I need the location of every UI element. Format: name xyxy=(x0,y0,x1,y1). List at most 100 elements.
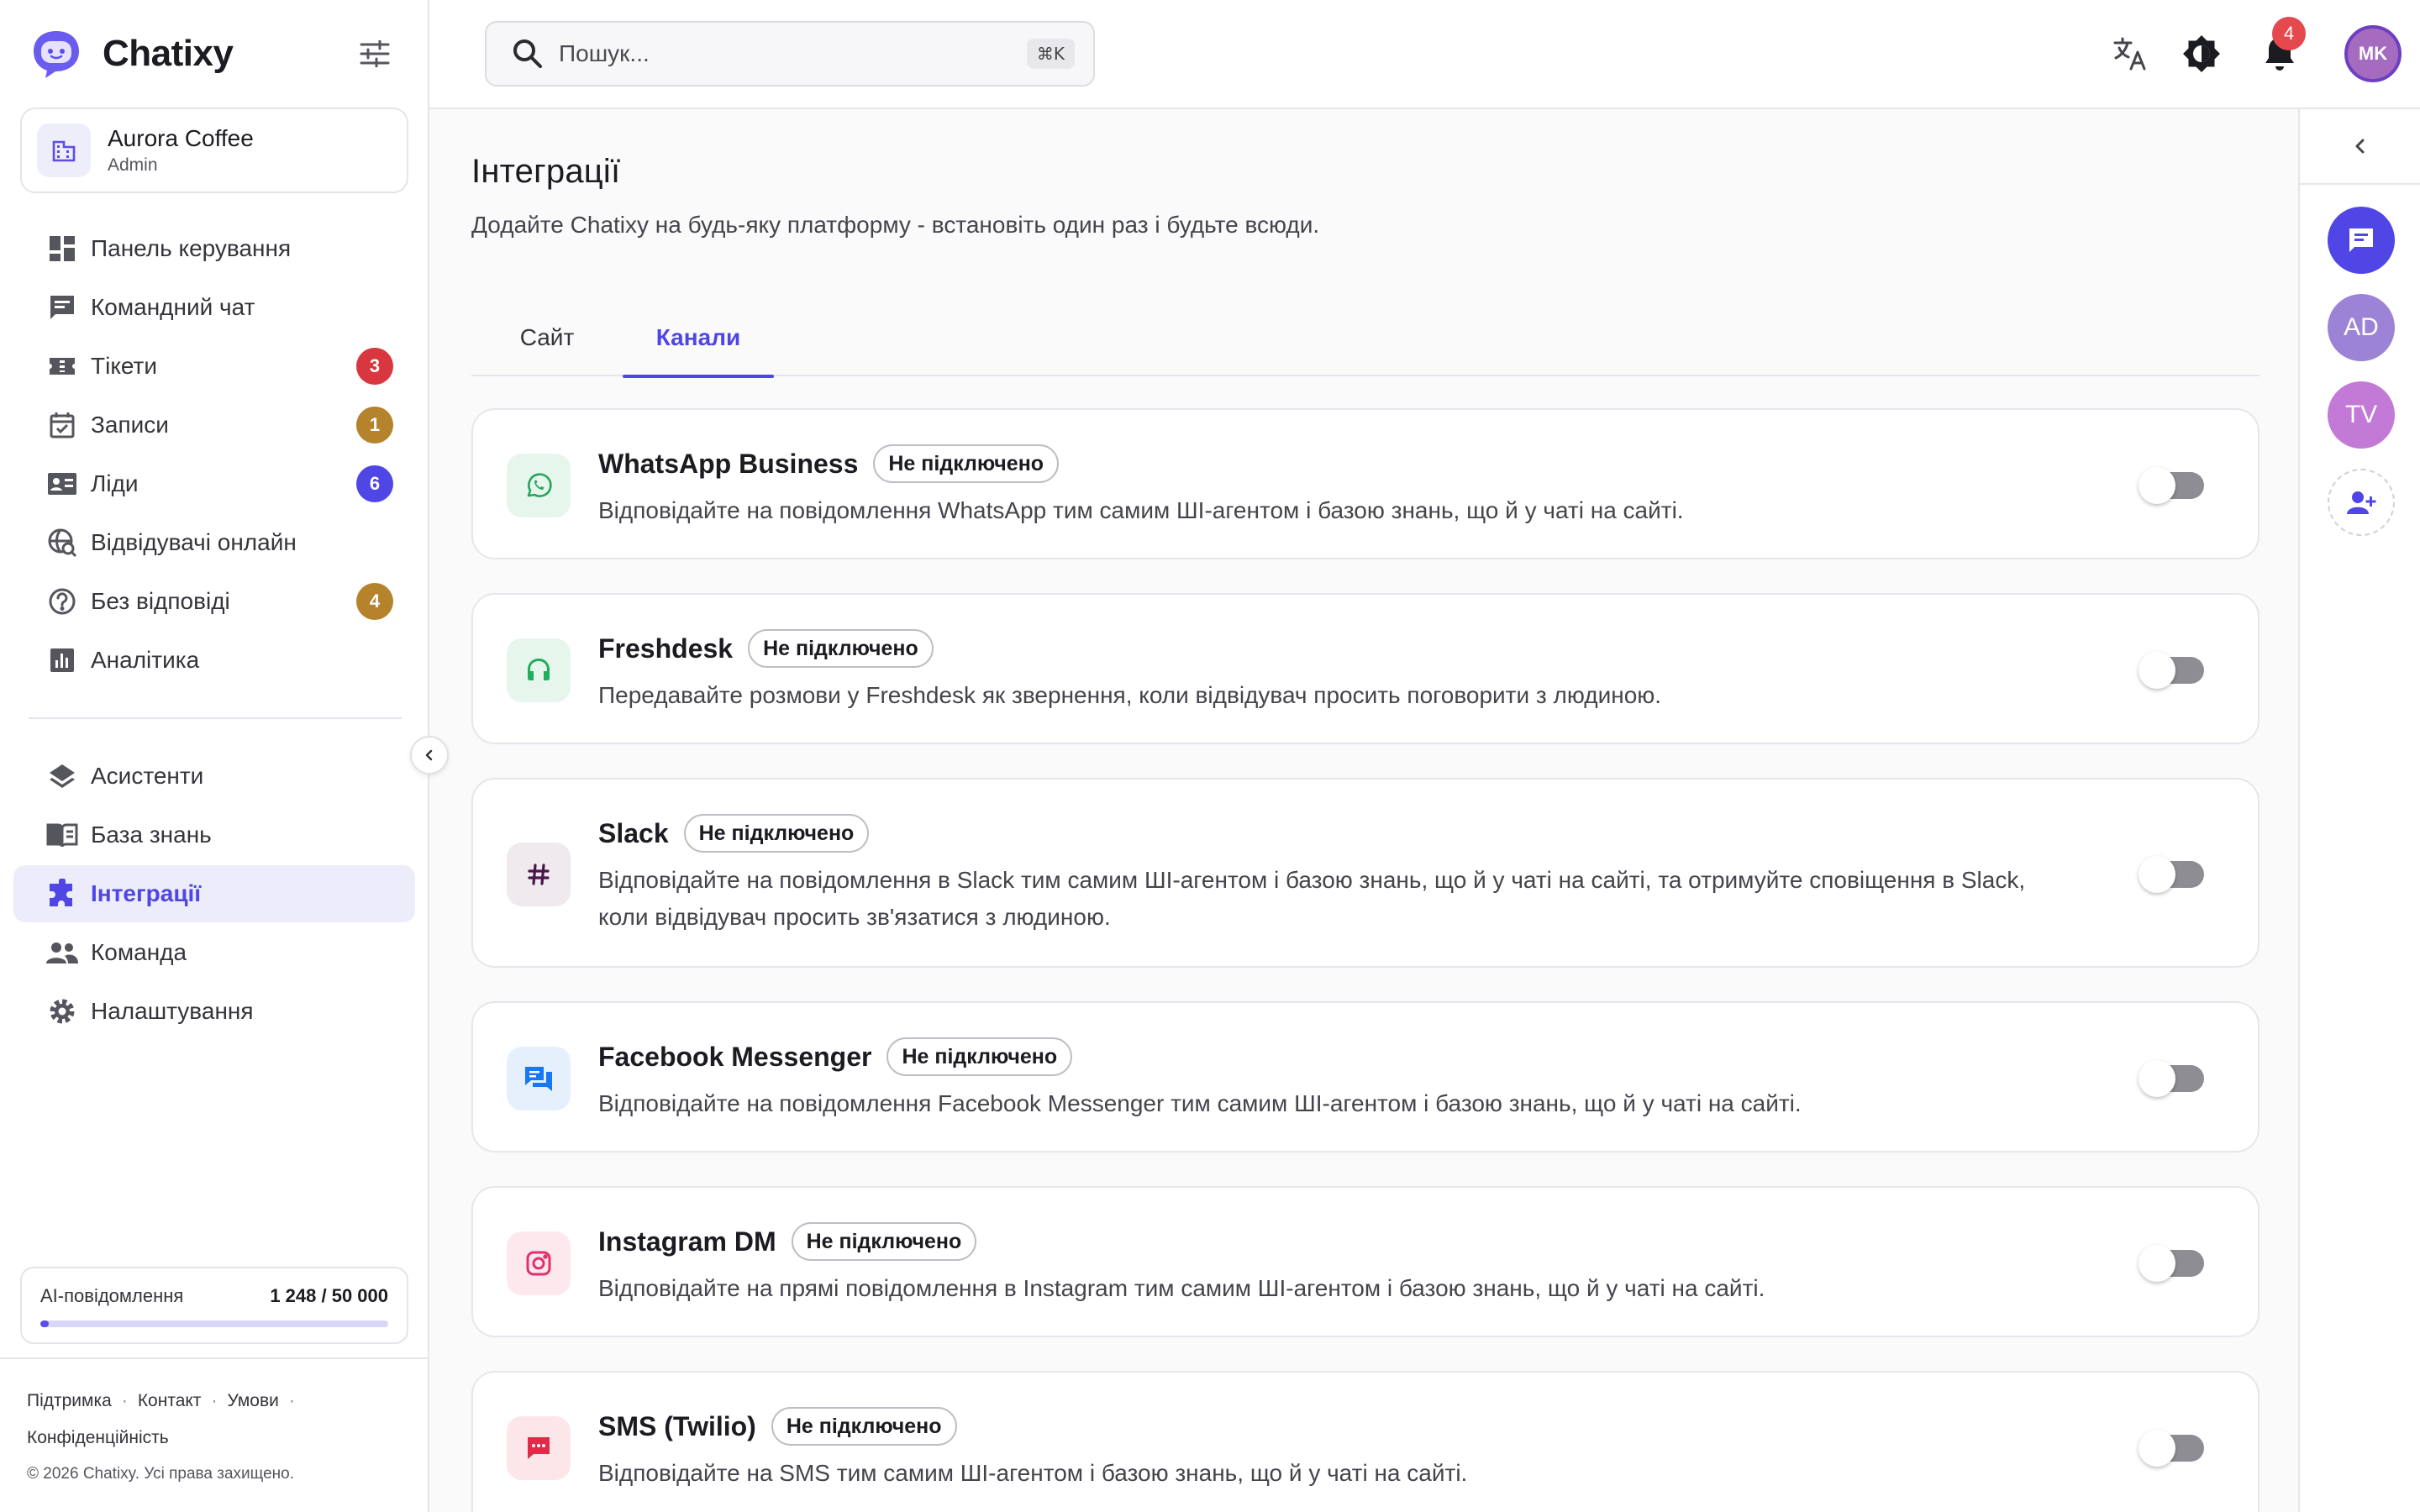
copyright: © 2026 Chatixy. Усі права захищено. xyxy=(27,1465,294,1483)
org-role: Admin xyxy=(108,155,158,175)
active-tab-indicator xyxy=(623,375,774,378)
sidebar-item-label: Аналітика xyxy=(91,647,200,673)
rail-add-agent-button[interactable] xyxy=(2328,469,2395,536)
user-avatar[interactable]: MK xyxy=(2344,25,2402,82)
ticket-icon xyxy=(45,349,79,383)
integration-name: Slack xyxy=(598,817,669,848)
integration-card-instagram: Instagram DM Не підключено Відповідайте … xyxy=(471,1186,2260,1337)
integration-toggle-whatsapp[interactable] xyxy=(2139,467,2204,504)
integration-name: Facebook Messenger xyxy=(598,1041,872,1072)
tune-icon[interactable] xyxy=(356,37,393,71)
theme-toggle-icon[interactable] xyxy=(2180,32,2223,76)
sidebar-collapse-button[interactable] xyxy=(410,736,449,774)
tabs: Сайт Канали xyxy=(471,299,2260,378)
sidebar-item-team[interactable]: Команда xyxy=(13,924,415,981)
contact-card-icon xyxy=(45,467,79,501)
rail-collapse-button[interactable] xyxy=(2300,109,2420,185)
translate-icon[interactable] xyxy=(2108,32,2152,76)
status-badge: Не підключено xyxy=(886,1037,1073,1076)
toggle-knob xyxy=(2139,1430,2175,1467)
unanswered-count-badge: 4 xyxy=(356,583,393,620)
footer-link-terms[interactable]: Умови xyxy=(227,1391,278,1410)
integration-card-sms-twilio: SMS (Twilio) Не підключено Відповідайте … xyxy=(471,1371,2260,1512)
sidebar-item-label: Налаштування xyxy=(91,998,254,1024)
integration-name: SMS (Twilio) xyxy=(598,1410,756,1441)
sidebar-item-label: Інтеграції xyxy=(91,880,202,906)
appointments-count-badge: 1 xyxy=(356,407,393,444)
sidebar-item-label: Команда xyxy=(91,939,187,965)
status-badge: Не підключено xyxy=(683,814,870,853)
tab-website[interactable]: Сайт xyxy=(471,299,623,376)
sidebar-item-assistants[interactable]: Асистенти xyxy=(13,748,415,805)
sidebar-item-visitors-online[interactable]: Відвідувачі онлайн xyxy=(13,514,415,571)
sidebar-item-label: Ліди xyxy=(91,470,139,496)
rail-chat-button[interactable] xyxy=(2328,207,2395,274)
chatbot-logo-icon xyxy=(30,28,82,80)
search-input[interactable]: Пошук... ⌘K xyxy=(485,21,1095,87)
sidebar-item-team-chat[interactable]: Командний чат xyxy=(13,279,415,336)
chat-bubble-icon xyxy=(2349,228,2373,252)
chevron-left-icon xyxy=(425,749,433,761)
whatsapp-icon xyxy=(507,454,571,517)
page-subtitle: Додайте Chatixy на будь-яку платформу - … xyxy=(471,212,1320,238)
notifications-badge: 4 xyxy=(2272,17,2306,50)
sidebar-item-tickets[interactable]: Тікети 3 xyxy=(13,338,415,395)
sidebar-item-knowledge-base[interactable]: База знань xyxy=(13,806,415,864)
ai-usage-card: AI-повідомлення 1 248 / 50 000 xyxy=(20,1267,408,1344)
sms-icon xyxy=(507,1416,571,1480)
integration-description: Відповідайте на SMS тим самим ШІ-агентом… xyxy=(598,1460,1468,1486)
sidebar-item-appointments[interactable]: Записи 1 xyxy=(13,396,415,454)
sidebar-item-unanswered[interactable]: Без відповіді 4 xyxy=(13,573,415,630)
nav-divider xyxy=(29,717,402,719)
integration-toggle-slack[interactable] xyxy=(2139,856,2204,893)
gear-icon xyxy=(45,995,79,1028)
right-rail: AD TV xyxy=(2298,109,2420,1512)
rail-agent-avatar-ad[interactable]: AD xyxy=(2328,294,2395,361)
integration-name: Instagram DM xyxy=(598,1226,776,1257)
sidebar-item-dashboard[interactable]: Панель керування xyxy=(13,220,415,277)
puzzle-icon xyxy=(45,877,79,911)
footer-links: Підтримка · Контакт · Умови · Конфіденційніст… xyxy=(27,1391,295,1447)
calendar-icon xyxy=(45,408,79,442)
app-logo[interactable]: Chatixy xyxy=(30,27,234,81)
sidebar-item-integrations[interactable]: Інтеграції xyxy=(13,865,415,922)
org-switcher[interactable]: Aurora Coffee Admin xyxy=(20,108,408,193)
people-icon xyxy=(45,936,79,969)
integration-description: Відповідайте на повідомлення Facebook Me… xyxy=(598,1090,1802,1116)
rail-agent-avatar-tv[interactable]: TV xyxy=(2328,381,2395,449)
sidebar-item-settings[interactable]: Налаштування xyxy=(13,983,415,1040)
footer-link-support[interactable]: Підтримка xyxy=(27,1391,112,1410)
building-icon xyxy=(37,123,91,177)
integration-card-facebook-messenger: Facebook Messenger Не підключено Відпові… xyxy=(471,1001,2260,1152)
toggle-knob xyxy=(2139,1245,2175,1282)
help-circle-icon xyxy=(45,585,79,618)
integration-name: Freshdesk xyxy=(598,633,734,664)
integration-card-whatsapp: WhatsApp Business Не підключено Відповід… xyxy=(471,408,2260,559)
footer-link-contact[interactable]: Контакт xyxy=(138,1391,202,1410)
ai-usage-label: AI-повідомлення xyxy=(40,1285,184,1306)
messenger-icon xyxy=(507,1047,571,1110)
toggle-knob xyxy=(2139,1060,2175,1097)
footer-link-privacy[interactable]: Конфіденційність xyxy=(27,1428,169,1447)
integration-toggle-sms-twilio[interactable] xyxy=(2139,1430,2204,1467)
sidebar-item-label: Тікети xyxy=(91,353,157,379)
headset-icon xyxy=(507,638,571,702)
integration-description: Відповідайте на повідомлення в Slack тим… xyxy=(598,867,2026,930)
visitors-search-icon xyxy=(45,526,79,559)
chat-icon xyxy=(45,291,79,324)
status-badge: Не підключено xyxy=(748,629,934,668)
sidebar-item-leads[interactable]: Ліди 6 xyxy=(13,455,415,512)
integration-toggle-freshdesk[interactable] xyxy=(2139,652,2204,689)
ai-usage-progress xyxy=(40,1320,388,1327)
book-icon xyxy=(45,818,79,852)
sidebar: Chatixy Aurora Coffee Admin Панель керув… xyxy=(0,0,429,1512)
integration-description: Відповідайте на прямі повідомлення в Ins… xyxy=(598,1275,1765,1301)
tab-label: Сайт xyxy=(519,324,575,350)
status-badge: Не підключено xyxy=(791,1222,977,1261)
integration-toggle-instagram[interactable] xyxy=(2139,1245,2204,1282)
tab-channels[interactable]: Канали xyxy=(623,299,774,378)
tab-label: Канали xyxy=(655,324,741,350)
sidebar-item-analytics[interactable]: Аналітика xyxy=(13,632,415,689)
integration-toggle-facebook-messenger[interactable] xyxy=(2139,1060,2204,1097)
add-person-icon xyxy=(2347,491,2376,514)
